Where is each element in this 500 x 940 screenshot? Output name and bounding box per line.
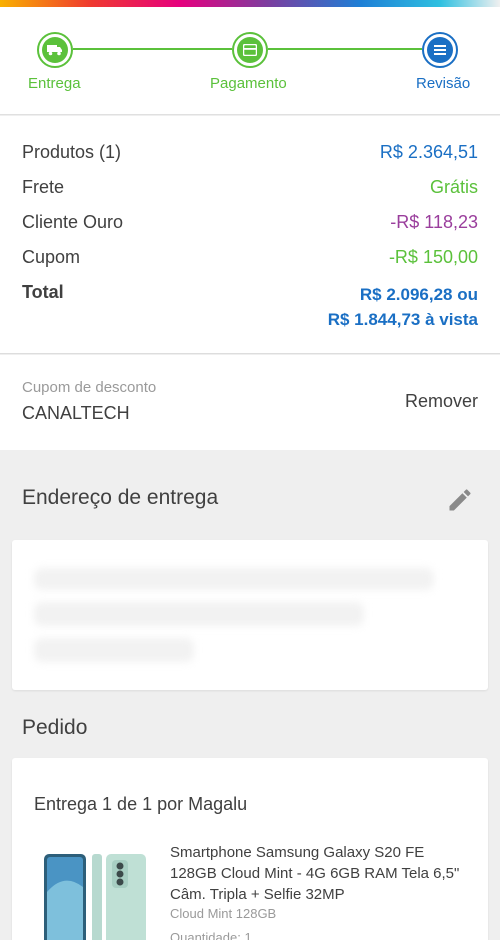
- total-label: Total: [22, 282, 64, 302]
- order-title: Pedido: [22, 716, 88, 739]
- coupon-label: Cupom de desconto: [22, 379, 157, 396]
- redacted-address-line: [34, 602, 364, 626]
- redacted-address-line: [34, 568, 434, 590]
- step-label: Entrega: [28, 75, 81, 92]
- step-entrega[interactable]: [37, 32, 73, 68]
- truck-icon: [42, 37, 68, 63]
- list-icon: [427, 37, 453, 63]
- summary-label: Cupom: [22, 247, 81, 267]
- step-pagamento[interactable]: [232, 32, 268, 68]
- address-card[interactable]: [12, 540, 488, 690]
- product-variant: Cloud Mint 128GB: [170, 906, 277, 921]
- summary-row-coupon: Cupom -R$ 150,00: [22, 247, 478, 273]
- summary-value: -R$ 150,00: [388, 247, 478, 267]
- redacted-address-line: [34, 638, 194, 662]
- pencil-icon[interactable]: [446, 486, 474, 514]
- checkout-stepper: Entrega Pagamento Revisão: [0, 7, 500, 115]
- remove-coupon-button[interactable]: Remover: [405, 391, 478, 412]
- total-value: R$ 2.096,28 ou: [359, 285, 478, 304]
- total-cash-value: R$ 1.844,73 à vista: [327, 310, 478, 329]
- summary-label: Produtos (1): [22, 142, 122, 162]
- summary-label: Cliente Ouro: [22, 212, 124, 232]
- order-card: Entrega 1 de 1 por Magalu Smartphone Sam…: [12, 758, 488, 940]
- product-quantity: Quantidade: 1: [170, 930, 252, 940]
- summary-label: Frete: [22, 177, 65, 197]
- product-image[interactable]: [42, 852, 150, 940]
- summary-row-products: Produtos (1) R$ 2.364,51: [22, 142, 478, 168]
- order-summary: Produtos (1) R$ 2.364,51 Frete Grátis Cl…: [0, 116, 500, 354]
- address-title: Endereço de entrega: [22, 486, 219, 509]
- product-name[interactable]: Smartphone Samsung Galaxy S20 FE 128GB C…: [170, 842, 470, 905]
- step-label: Revisão: [416, 75, 471, 92]
- summary-value: Grátis: [429, 177, 478, 197]
- step-revisao[interactable]: [422, 32, 458, 68]
- summary-value: -R$ 118,23: [390, 212, 478, 232]
- coupon-section: Cupom de desconto CANALTECH Remover: [0, 355, 500, 450]
- coupon-code: CANALTECH: [22, 403, 130, 423]
- step-connector: [73, 48, 232, 50]
- step-connector: [268, 48, 422, 50]
- brand-color-bar: [0, 0, 500, 7]
- summary-row-shipping: Frete Grátis: [22, 177, 478, 203]
- card-icon: [237, 37, 263, 63]
- step-label: Pagamento: [210, 75, 287, 92]
- delivery-title: Entrega 1 de 1 por Magalu: [34, 794, 248, 814]
- summary-value: R$ 2.364,51: [379, 142, 478, 162]
- summary-row-gold: Cliente Ouro -R$ 118,23: [22, 212, 478, 238]
